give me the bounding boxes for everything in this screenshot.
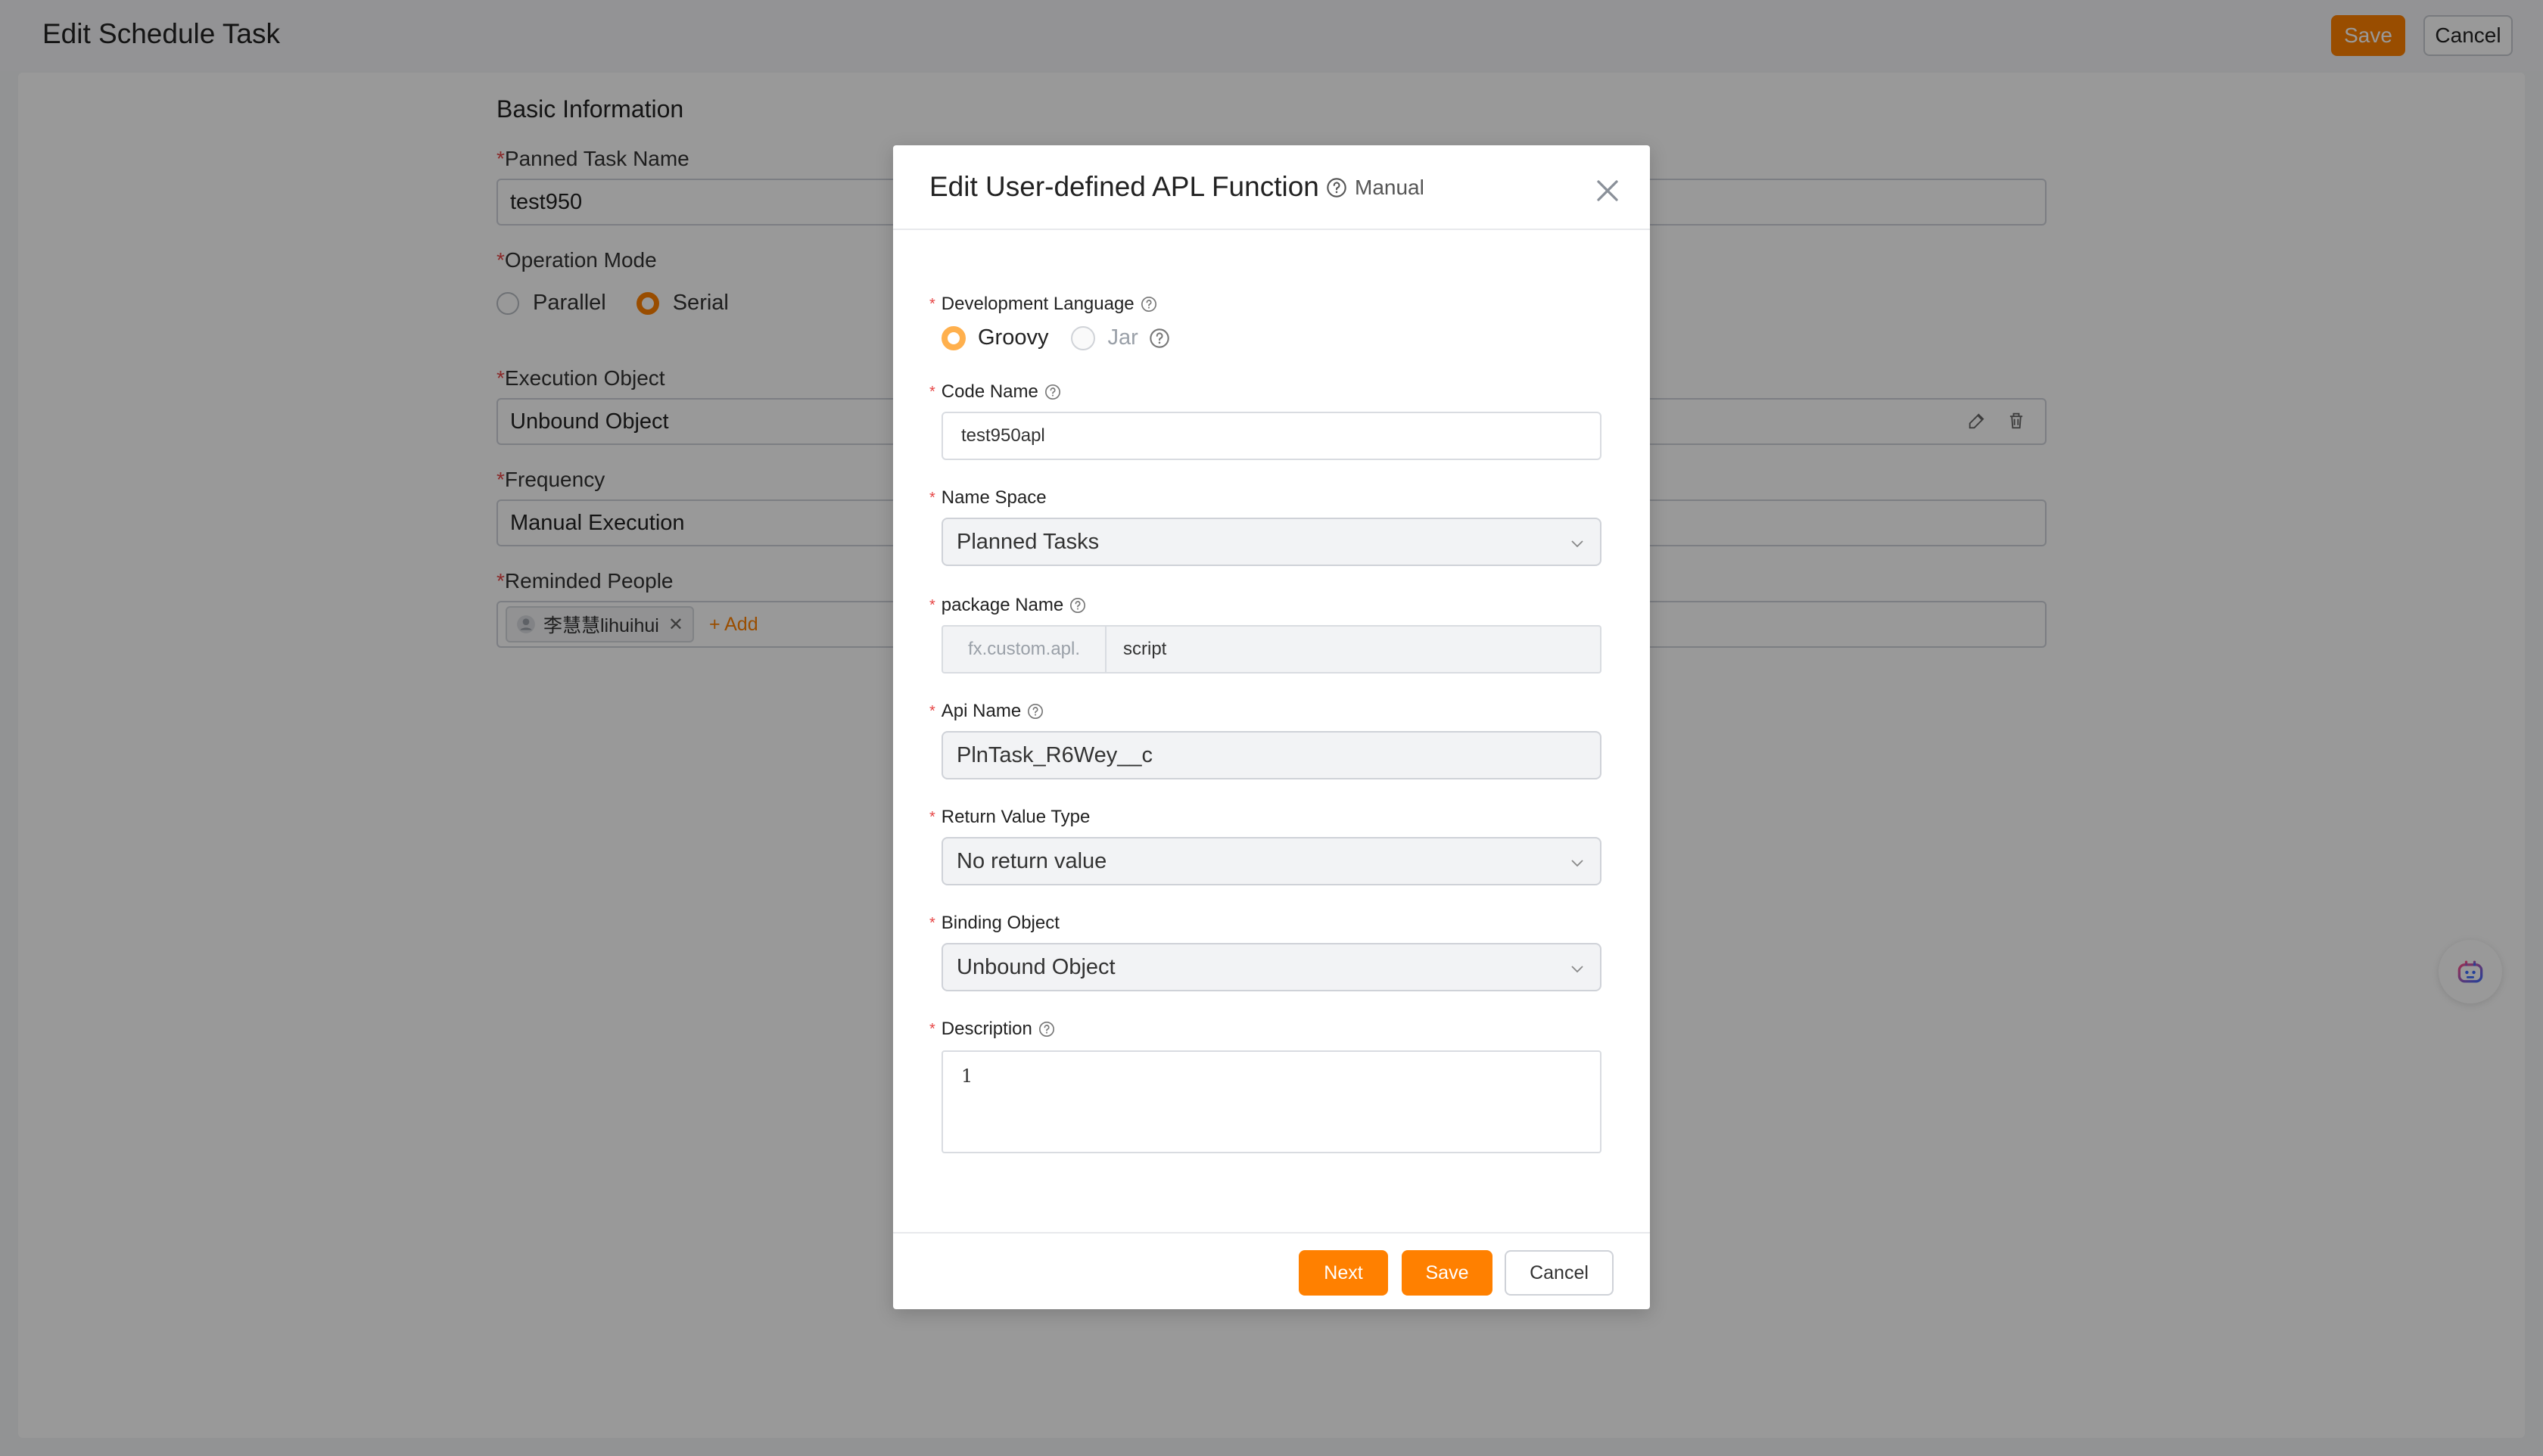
api-name-input[interactable]: PlnTask_R6Wey__c: [942, 731, 1601, 779]
manual-label: Manual: [1355, 176, 1424, 199]
modal-title: Edit User-defined APL Function: [929, 171, 1319, 202]
chevron-down-icon: [1571, 966, 1583, 973]
help-icon[interactable]: [1069, 597, 1086, 614]
modal-save-button[interactable]: Save: [1402, 1250, 1492, 1296]
description-textarea[interactable]: 1: [942, 1050, 1601, 1153]
name-space-label: * Name Space: [929, 487, 1047, 508]
binding-object-label: * Binding Object: [929, 913, 1060, 933]
help-icon[interactable]: [1027, 703, 1044, 720]
package-name-label: * package Name: [929, 595, 1086, 616]
chevron-down-icon: [1571, 540, 1583, 548]
radio-groovy[interactable]: [942, 325, 966, 350]
modal-cancel-button[interactable]: Cancel: [1505, 1250, 1614, 1296]
help-icon: [1327, 178, 1346, 198]
binding-object-select[interactable]: Unbound Object: [942, 943, 1601, 991]
return-type-select[interactable]: No return value: [942, 837, 1601, 885]
next-button[interactable]: Next: [1299, 1250, 1388, 1296]
apl-function-modal: Edit User-defined APL Function Manual * D…: [893, 145, 1650, 1309]
package-prefix: fx.custom.apl.: [943, 627, 1107, 672]
return-type-label: * Return Value Type: [929, 807, 1091, 827]
code-name-label: * Code Name: [929, 381, 1061, 403]
chevron-down-icon: [1571, 860, 1583, 867]
help-icon[interactable]: [1141, 296, 1157, 313]
package-name-input[interactable]: script: [1107, 627, 1600, 672]
name-space-select[interactable]: Planned Tasks: [942, 518, 1601, 566]
manual-link[interactable]: Manual: [1326, 176, 1424, 200]
dev-language-label: * Development Language: [929, 294, 1157, 315]
dev-language-radios: Groovy Jar: [942, 325, 1170, 350]
help-icon[interactable]: [1044, 384, 1061, 400]
code-name-input[interactable]: test950apl: [942, 412, 1601, 460]
help-icon[interactable]: [1038, 1021, 1055, 1038]
radio-jar-label: Jar: [1107, 325, 1138, 350]
radio-jar[interactable]: [1071, 325, 1096, 350]
help-icon[interactable]: [1149, 328, 1170, 349]
package-name-field: fx.custom.apl. script: [942, 625, 1601, 674]
radio-groovy-label: Groovy: [978, 325, 1049, 350]
modal-footer: Next Save Cancel: [893, 1232, 1650, 1311]
api-name-label: * Api Name: [929, 701, 1044, 722]
modal-header: Edit User-defined APL Function Manual: [893, 145, 1650, 230]
description-label: * Description: [929, 1019, 1055, 1040]
close-icon[interactable]: [1594, 177, 1621, 204]
